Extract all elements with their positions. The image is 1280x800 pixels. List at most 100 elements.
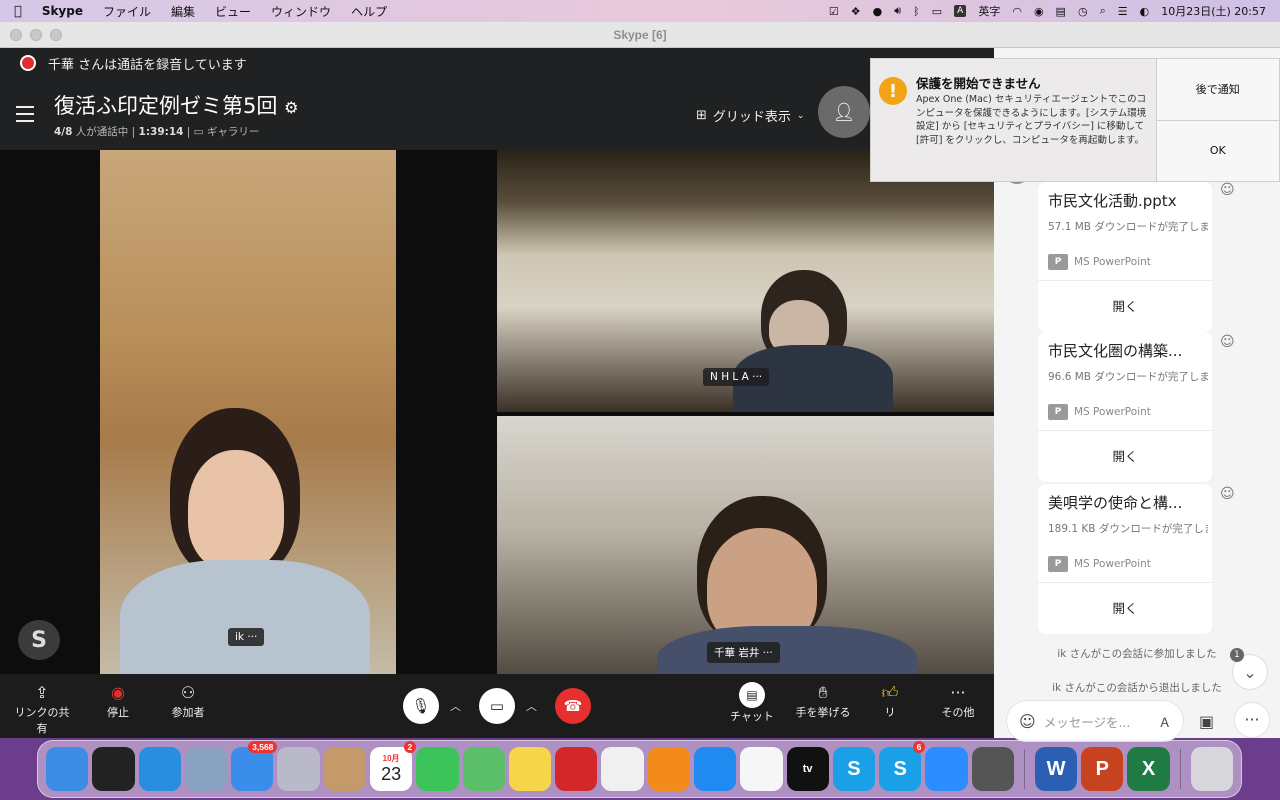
apple-icon[interactable]:  [0,4,32,19]
video-tile-ik[interactable]: ik ··· [100,150,396,674]
message-composer[interactable]: ☺ メッセージを... Ａ [1006,700,1184,742]
participant-name-tag[interactable]: ik ··· [228,628,265,646]
menu-edit[interactable]: 編集 [161,3,205,20]
clock[interactable]: 10月23日(土) 20:57 [1161,3,1266,19]
dock-photo-booth-icon[interactable] [555,747,598,791]
react-smiley-icon[interactable]: ☺ [1220,486,1235,502]
chat-button[interactable]: ▤ チャット [728,682,776,724]
dock-apple-tv-icon[interactable]: tv [786,747,829,791]
participants-button[interactable]: ⚇ 参加者 [166,682,210,720]
open-file-button[interactable]: 開く [1038,446,1212,465]
hang-up-button[interactable]: ☎ [555,688,591,724]
chevron-down-icon: ⌄ [796,110,805,121]
dock-messages-icon[interactable] [416,747,459,791]
dock-calendar-icon[interactable]: 10月 23 2 [369,741,417,791]
file-name: 美唄学の使命と構... [1048,494,1183,512]
volume-icon[interactable]: 🔊︎ [894,4,901,18]
time-machine-icon[interactable]: ◷ [1078,5,1088,18]
dock-app-label: X [1141,757,1156,780]
microphone-button[interactable]: 🎙︎ [403,688,439,724]
file-card[interactable]: 市民文化圏の構築... 96.6 MB ダウンロードが完了しました P MS Po… [1038,332,1212,482]
dock-keynote-icon[interactable] [971,747,1014,791]
siri-icon[interactable]: ◐ [1140,5,1150,18]
open-file-button[interactable]: 開く [1038,296,1212,315]
react-smiley-icon[interactable]: ☺ [1220,334,1235,350]
dock-skype-icon[interactable]: S [832,747,876,791]
zoom-window-button[interactable] [50,28,62,41]
call-header: 復活ふ印定例ゼミ第5回 ⚙ 4/8 人が通話中 | 1:39:14 | ▭ ギャ… [0,78,994,150]
more-options-icon[interactable]: ··· [1234,702,1270,738]
minimize-window-button[interactable] [30,28,42,41]
add-person-icon: 👤︎ [832,101,856,123]
dock-preview-icon[interactable] [184,747,228,791]
menu-window[interactable]: ウィンドウ [261,3,341,20]
menu-view[interactable]: ビュー [205,3,261,20]
participant-name-tag[interactable]: 千華 岩井 ··· [707,642,780,663]
microphone-icon: 🎙︎ [411,697,431,715]
dock-word-icon[interactable]: W [1034,747,1078,791]
dock-zoom-icon[interactable] [925,747,968,791]
file-card[interactable]: 美唄学の使命と構... 189.1 KB ダウンロードが完了しました P MS P… [1038,484,1212,634]
menu-icon[interactable] [16,106,34,127]
view-mode: ギャラリー [206,126,260,138]
dock-books-icon[interactable] [647,747,690,791]
add-participant-button[interactable]: 👤︎ [818,86,870,138]
camera-options-chevron-icon[interactable]: ︿ [526,698,537,714]
gallery-icon: ▭ [193,126,204,138]
dock-launchpad-icon[interactable] [277,747,320,791]
dock-excel-icon[interactable]: X [1127,747,1170,791]
dock-mission-control-icon[interactable] [92,747,135,791]
display-icon[interactable]: ▤ [1056,5,1066,18]
menu-file[interactable]: ファイル [93,3,161,20]
input-method-icon[interactable]: A [954,5,967,17]
recording-notice: 千華 さんは通話を録音しています [48,57,247,73]
wifi-icon[interactable]: ◠ [1012,5,1022,18]
dock-contacts-icon[interactable] [323,747,366,791]
control-center-icon[interactable]: ☰ [1118,5,1128,18]
dropbox-icon[interactable]: ❖ [851,5,861,18]
video-tile-nhla[interactable]: N H L A ··· [497,150,994,412]
camera-button[interactable]: ▭ [479,688,515,724]
dock-maps-icon[interactable] [462,747,505,791]
message-input[interactable]: メッセージを... [1044,712,1131,731]
media-gallery-icon[interactable]: ▣ [1199,712,1214,731]
ok-button[interactable]: OK [1156,119,1279,181]
more-button[interactable]: ··· その他 [938,682,978,720]
dock-mail-icon[interactable]: 3,568 [231,741,278,791]
format-text-icon[interactable]: Ａ [1158,712,1171,731]
file-card[interactable]: 市民文化活動.pptx 57.1 MB ダウンロードが完了しました P MS Po… [1038,182,1212,332]
status-icon[interactable]: ● [873,5,883,18]
close-window-button[interactable] [10,28,22,41]
dock-powerpoint-icon[interactable]: P [1081,747,1124,791]
dock-notes-icon[interactable] [508,747,552,791]
share-link-button[interactable]: ⇪ リンクの共有 [10,682,74,736]
react-smiley-icon[interactable]: ☺ [1220,182,1235,198]
dock-finder-icon[interactable] [46,747,89,791]
dock-reminders-icon[interactable] [740,747,783,791]
emoji-icon[interactable]: ☺ [1019,712,1036,731]
dock-trash-icon[interactable] [1190,747,1233,791]
bluetooth-icon[interactable]: ᛒ [913,5,920,18]
divider [1038,582,1212,583]
dock-safari-icon[interactable] [138,747,181,791]
react-button[interactable]: 👍︎ リ [872,682,908,720]
dock-photos-icon[interactable] [601,747,644,791]
spotlight-icon[interactable]: ⌕ [1100,4,1106,18]
call-title: 復活ふ印定例ゼミ第5回 ⚙ [54,90,298,120]
checkmark-icon[interactable]: ☑ [829,5,839,18]
dock-app-store-icon[interactable] [693,747,737,791]
video-tile-iwai[interactable]: 千華 岩井 ··· [497,416,994,674]
grid-view-toggle[interactable]: ⊞ グリッド表示 ⌄ [696,106,804,125]
stop-recording-button[interactable]: ◉ 停止 [98,682,138,720]
open-file-button[interactable]: 開く [1038,598,1212,617]
notify-later-button[interactable]: 後で通知 [1156,59,1279,120]
user-icon[interactable]: ◉ [1034,5,1044,18]
raise-hand-button[interactable]: ✋︎ 手を挙げる [794,682,852,720]
settings-gear-icon[interactable]: ⚙ [284,98,298,117]
menu-help[interactable]: ヘルプ [341,3,397,20]
dock-skype-2-icon[interactable]: S6 [879,741,926,791]
mic-options-chevron-icon[interactable]: ︿ [450,698,461,714]
battery-icon[interactable]: ▭ [932,5,942,18]
menu-app-name[interactable]: Skype [32,4,93,18]
participant-name-tag[interactable]: N H L A ··· [703,368,770,386]
